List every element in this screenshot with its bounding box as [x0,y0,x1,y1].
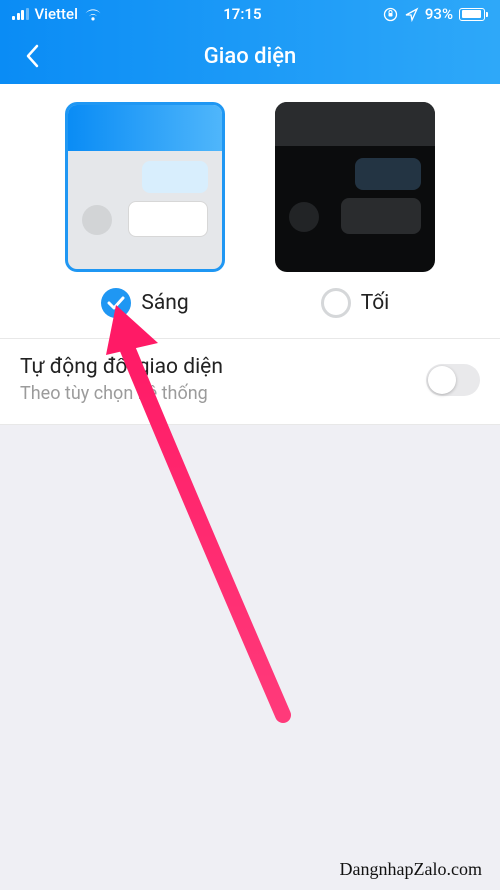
status-bar: Viettel 17:15 93% [0,0,500,28]
battery-percent: 93% [425,5,453,23]
theme-preview-light [65,102,225,272]
auto-sync-toggle[interactable] [426,364,480,396]
carrier-label: Viettel [35,5,78,23]
back-button[interactable] [16,40,48,72]
orientation-lock-icon [383,7,398,22]
signal-icon [12,8,29,20]
auto-sync-subtitle: Theo tùy chọn hệ thống [20,383,223,404]
theme-label-light: Sáng [141,291,188,315]
auto-sync-row: Tự động đổi giao diện Theo tùy chọn hệ t… [0,339,500,425]
theme-option-light[interactable]: Sáng [65,102,225,318]
status-time: 17:15 [223,5,261,23]
wifi-icon [84,8,102,21]
battery-icon [459,8,488,21]
location-icon [404,7,419,22]
theme-preview-dark [275,102,435,272]
theme-section: Sáng Tối Tự động đổi giao diện Theo tùy … [0,84,500,425]
page-title: Giao diện [0,44,500,69]
theme-label-dark: Tối [361,291,390,315]
auto-sync-title: Tự động đổi giao diện [20,355,223,379]
theme-option-dark[interactable]: Tối [275,102,435,318]
radio-dark-unchecked[interactable] [321,288,351,318]
watermark: DangnhapZalo.com [340,859,482,880]
nav-bar: Giao diện [0,28,500,84]
radio-light-checked[interactable] [101,288,131,318]
